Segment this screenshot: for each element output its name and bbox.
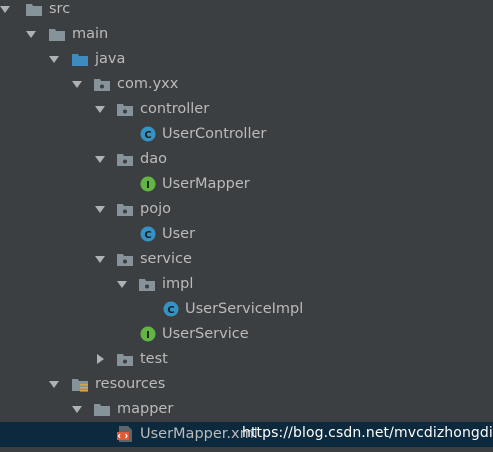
- svg-text:C: C: [144, 130, 151, 141]
- tree-row-user[interactable]: C User: [0, 222, 493, 247]
- tree-row-pojo[interactable]: pojo: [0, 197, 493, 222]
- tree-row-label: UserMapper: [162, 176, 250, 192]
- expand-arrow-icon[interactable]: [92, 251, 108, 267]
- tree-row-label: src: [49, 1, 71, 17]
- package-icon: [117, 354, 133, 366]
- svg-text:C: C: [167, 305, 174, 316]
- tree-row-label: UserService: [162, 326, 249, 342]
- svg-text:I: I: [146, 180, 150, 191]
- tree-row-label: User: [162, 226, 196, 242]
- folder-icon: [26, 4, 42, 16]
- svg-text:C: C: [144, 230, 151, 241]
- package-icon: [117, 254, 133, 266]
- tree-row-controller[interactable]: controller: [0, 97, 493, 122]
- expand-arrow-icon[interactable]: [69, 76, 85, 92]
- tree-row-label: controller: [140, 101, 210, 117]
- expand-arrow-icon[interactable]: [92, 151, 108, 167]
- expand-arrow-icon[interactable]: [114, 276, 130, 292]
- tree-row-mapper[interactable]: mapper: [0, 397, 493, 422]
- tree-row-label: java: [95, 51, 126, 67]
- interface-icon: I: [140, 326, 156, 342]
- tree-row-user-controller[interactable]: C UserController: [0, 122, 493, 147]
- tree-row-label: mapper: [117, 401, 174, 417]
- tree-row-user-service[interactable]: I UserService: [0, 322, 493, 347]
- package-icon: [139, 279, 155, 291]
- tree-row-user-mapper[interactable]: I UserMapper: [0, 172, 493, 197]
- expand-arrow-icon[interactable]: [69, 401, 85, 417]
- tree-row-com-yxx[interactable]: com.yxx: [0, 72, 493, 97]
- tree-row-dao[interactable]: dao: [0, 147, 493, 172]
- tree-row-impl[interactable]: impl: [0, 272, 493, 297]
- tree-row-label: main: [72, 26, 109, 42]
- tree-row-main[interactable]: main: [0, 22, 493, 47]
- panel-bottom-edge: [0, 447, 493, 452]
- project-tree: src main java com.yxx controller C UserC…: [0, 0, 493, 452]
- collapse-arrow-icon[interactable]: [92, 351, 108, 367]
- folder-icon: [49, 29, 65, 41]
- tree-row-label: test: [140, 351, 168, 367]
- tree-row-label: pojo: [140, 201, 171, 217]
- tree-row-label: service: [140, 251, 192, 267]
- expand-arrow-icon[interactable]: [92, 201, 108, 217]
- tree-row-label: resources: [95, 376, 166, 392]
- class-icon: C: [163, 301, 179, 317]
- tree-row-resources[interactable]: resources: [0, 372, 493, 397]
- svg-text:I: I: [146, 330, 150, 341]
- tree-row-service[interactable]: service: [0, 247, 493, 272]
- tree-row-label: com.yxx: [117, 76, 179, 92]
- package-icon: [94, 79, 110, 91]
- tree-row-label: dao: [140, 151, 167, 167]
- expand-arrow-icon[interactable]: [46, 376, 62, 392]
- expand-arrow-icon[interactable]: [92, 101, 108, 117]
- tree-row-java[interactable]: java: [0, 47, 493, 72]
- folder-icon: [94, 404, 110, 416]
- interface-icon: I: [140, 176, 156, 192]
- package-icon: [117, 104, 133, 116]
- tree-row-user-service-impl[interactable]: C UserServiceImpl: [0, 297, 493, 322]
- tree-row-src[interactable]: src: [0, 0, 493, 22]
- tree-row-label: UserController: [162, 126, 267, 142]
- watermark-url: https://blog.csdn.net/mvcdizhongdi: [242, 425, 493, 441]
- xml-file-icon: [117, 426, 132, 442]
- tree-row-test[interactable]: test: [0, 347, 493, 372]
- tree-row-label: UserServiceImpl: [185, 301, 304, 317]
- expand-arrow-icon[interactable]: [0, 1, 13, 17]
- class-icon: C: [140, 226, 156, 242]
- resources-folder-icon: [72, 379, 88, 392]
- source-folder-icon: [72, 54, 88, 66]
- class-icon: C: [140, 126, 156, 142]
- tree-row-label: impl: [162, 276, 194, 292]
- tree-row-label: UserMapper.xml: [140, 426, 258, 442]
- package-icon: [117, 154, 133, 166]
- expand-arrow-icon[interactable]: [46, 51, 62, 67]
- package-icon: [117, 204, 133, 216]
- expand-arrow-icon[interactable]: [23, 26, 39, 42]
